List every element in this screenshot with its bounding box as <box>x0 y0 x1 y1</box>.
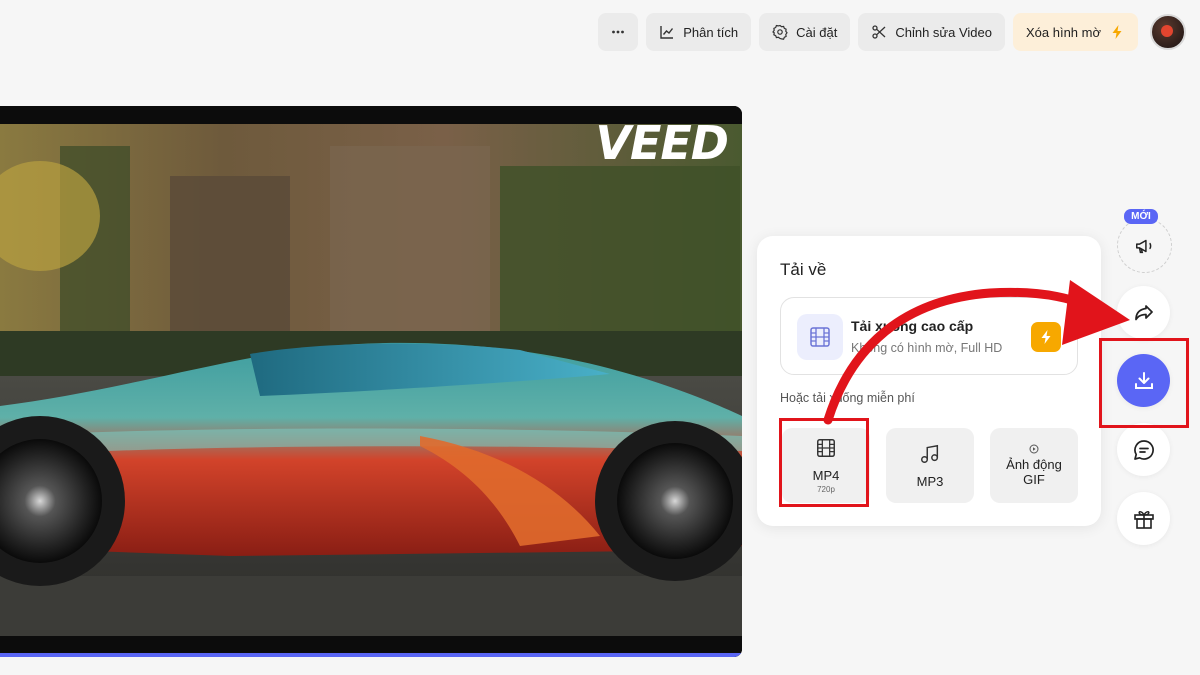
settings-label: Cài đặt <box>796 24 838 40</box>
announcements-button[interactable] <box>1117 218 1172 273</box>
analytics-label: Phân tích <box>683 24 739 40</box>
lightning-icon <box>1031 322 1061 352</box>
premium-download-subtitle: Không có hình mờ, Full HD <box>851 341 1003 355</box>
video-preview[interactable]: VEED <box>0 106 742 657</box>
panel-title: Tải về <box>780 260 827 279</box>
gif-label: Ảnh động GIF <box>1006 457 1062 487</box>
analytics-button[interactable]: Phân tích <box>646 13 752 51</box>
mp3-download-button[interactable]: MP3 <box>886 428 974 503</box>
remove-watermark-button[interactable]: Xóa hình mờ <box>1012 13 1138 51</box>
gear-icon <box>772 24 788 40</box>
free-download-label: Hoặc tải xuống miễn phí <box>780 391 915 405</box>
gif-download-button[interactable]: Ảnh động GIF <box>990 428 1078 503</box>
avatar-image <box>1161 25 1173 37</box>
veed-watermark: VEED <box>595 116 729 170</box>
download-highlight-box <box>1099 338 1189 428</box>
megaphone-icon <box>1135 239 1151 253</box>
video-progress-bar <box>0 653 742 657</box>
premium-download-title: Tải xuống cao cấp <box>851 318 974 334</box>
film-icon <box>797 314 843 360</box>
more-horizontal-icon <box>612 30 625 34</box>
avatar[interactable] <box>1150 14 1186 50</box>
edit-video-button[interactable]: Chỉnh sửa Video <box>858 13 1005 51</box>
mp3-label: MP3 <box>916 473 944 489</box>
edit-video-label: Chỉnh sửa Video <box>895 24 992 40</box>
lightning-icon <box>1112 25 1122 39</box>
share-button[interactable] <box>1117 286 1170 339</box>
chart-line-icon <box>660 26 674 39</box>
scissors-icon <box>872 25 886 39</box>
comment-icon <box>1133 439 1154 460</box>
mp4-highlight-box <box>779 418 869 507</box>
remove-watermark-label: Xóa hình mờ <box>1025 24 1101 40</box>
gif-icon <box>1029 444 1039 454</box>
new-badge: MỚI <box>1124 209 1158 224</box>
top-toolbar: Phân tích Cài đặt Chỉnh sửa Video Xóa hì… <box>598 13 1186 51</box>
music-note-icon <box>921 444 939 463</box>
settings-button[interactable]: Cài đặt <box>759 13 851 51</box>
share-icon <box>1134 304 1153 320</box>
gift-button[interactable] <box>1117 492 1170 545</box>
video-frame-image <box>0 106 742 657</box>
more-button[interactable] <box>598 13 639 51</box>
comments-button[interactable] <box>1117 423 1170 476</box>
gift-icon <box>1133 510 1154 529</box>
premium-download-card[interactable]: Tải xuống cao cấp Không có hình mờ, Full… <box>780 297 1078 375</box>
